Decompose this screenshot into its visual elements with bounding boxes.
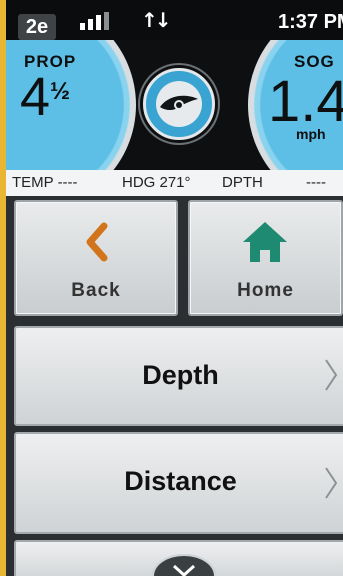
menu-item-label: Distance xyxy=(124,466,237,496)
account-badge: 2e xyxy=(18,14,56,40)
home-label: Home xyxy=(237,280,294,301)
autopilot-button[interactable] xyxy=(143,68,215,140)
status-time: 1:37 PM xyxy=(278,11,343,33)
device-screen: 2e ↑↓ 1:37 PM PROP 4 ½ SOG 1.4 mph TEMP xyxy=(6,0,343,576)
data-transfer-arrows-icon: ↑↓ xyxy=(141,8,171,32)
menu-area: Back Home Depth Distance xyxy=(6,196,343,576)
menu-item-depth[interactable]: Depth xyxy=(14,326,343,426)
chevron-right-icon xyxy=(325,467,338,499)
chevron-right-icon xyxy=(325,359,338,391)
info-strip: TEMP ---- HDG 271° DPTH ---- xyxy=(6,170,343,196)
temp-readout: TEMP ---- xyxy=(12,174,78,191)
heading-readout: HDG 271° xyxy=(122,174,191,191)
prop-fraction: ½ xyxy=(50,78,71,105)
signal-bars-icon xyxy=(80,12,120,30)
sog-unit: mph xyxy=(296,126,326,142)
autopilot-propeller-icon xyxy=(156,81,202,127)
back-button[interactable]: Back xyxy=(14,200,178,316)
gauge-panel: PROP 4 ½ SOG 1.4 mph xyxy=(6,40,343,170)
back-arrow-icon xyxy=(86,222,108,262)
chevron-down-icon xyxy=(172,564,196,576)
back-label: Back xyxy=(71,280,121,301)
prop-value: 4 xyxy=(20,67,51,127)
status-bar: 2e ↑↓ 1:37 PM xyxy=(6,0,343,40)
depth-value: ---- xyxy=(306,174,326,191)
home-button[interactable]: Home xyxy=(188,200,343,316)
depth-readout: DPTH xyxy=(222,174,263,191)
menu-item-label: Depth xyxy=(142,360,219,390)
home-icon xyxy=(243,222,287,262)
menu-item-distance[interactable]: Distance xyxy=(14,432,343,534)
sog-value: 1.4 xyxy=(268,69,343,134)
